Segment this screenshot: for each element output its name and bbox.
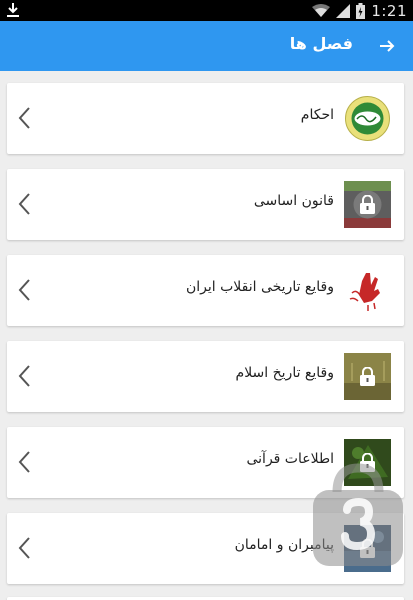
wifi-icon <box>312 3 331 17</box>
lock-icon <box>360 195 375 214</box>
chevron-left-icon <box>18 365 30 387</box>
list-item-label: وقایع تاریخی انقلاب ایران <box>185 279 334 295</box>
chevron-left-icon <box>18 537 30 559</box>
chevron-left-icon <box>18 107 30 129</box>
list-item-label: وقایع تاریخ اسلام <box>235 365 334 381</box>
status-bar: 1:21 <box>0 0 413 21</box>
list-item-revolution[interactable]: وقایع تاریخی انقلاب ایران <box>7 255 404 326</box>
clock: 1:21 <box>371 1 407 20</box>
list-item-label: احکام <box>300 107 334 123</box>
chevron-left-icon <box>18 451 30 473</box>
app-bar: فصل ها <box>0 21 413 71</box>
download-icon <box>7 3 19 17</box>
arrow-right-icon[interactable] <box>377 36 397 56</box>
ahkam-logo <box>344 95 391 142</box>
list-item-islam-history[interactable]: وقایع تاریخ اسلام <box>7 341 404 412</box>
lock-icon <box>360 367 375 386</box>
list-item-ahkam[interactable]: احکام <box>7 83 404 154</box>
list-item-label: قانون اساسی <box>253 193 334 209</box>
bazaar-logo-icon <box>313 463 403 566</box>
page-title: فصل ها <box>289 34 353 53</box>
islam-history-thumb <box>344 353 391 400</box>
list-item-constitution[interactable]: قانون اساسی <box>7 169 404 240</box>
chevron-left-icon <box>18 193 30 215</box>
revolution-thumb <box>344 267 391 314</box>
constitution-thumb <box>344 181 391 228</box>
signal-icon <box>336 3 351 18</box>
status-icons: 1:21 <box>312 0 407 21</box>
battery-icon <box>356 2 366 19</box>
chevron-left-icon <box>18 279 30 301</box>
